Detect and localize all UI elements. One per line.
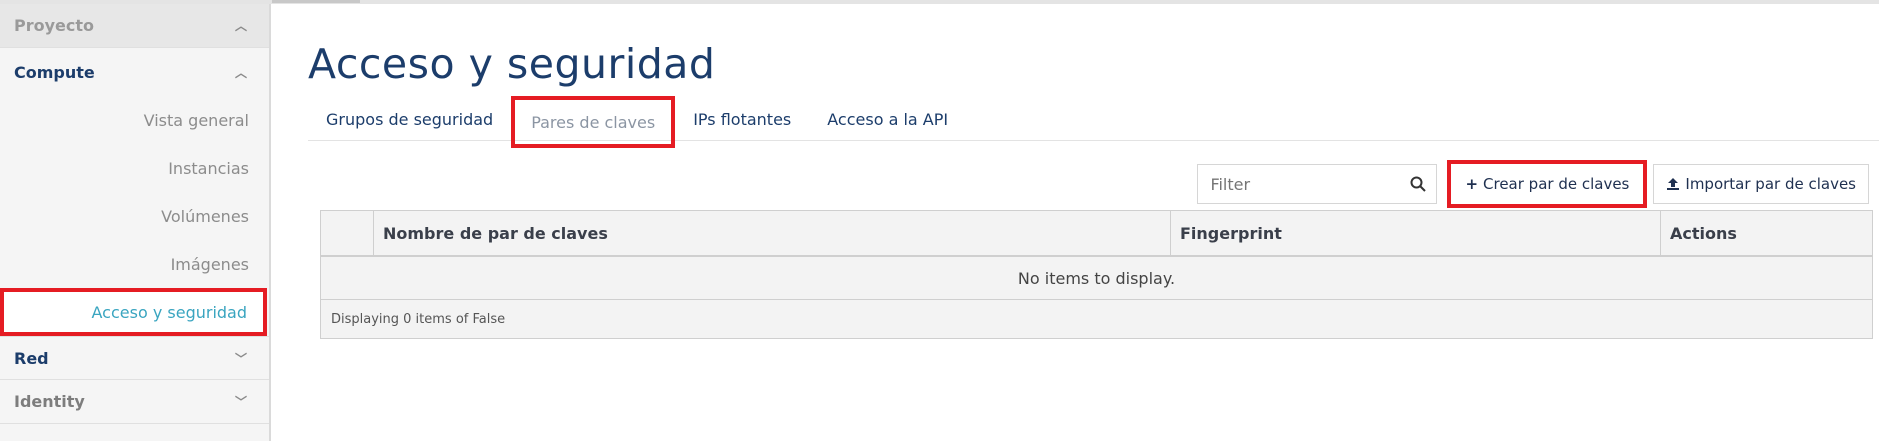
- sidebar-section-red[interactable]: Red ﹀: [0, 336, 269, 380]
- tab-ips-flotantes[interactable]: IPs flotantes: [675, 98, 809, 140]
- sidebar-item-vista-general[interactable]: Vista general: [0, 96, 269, 144]
- filter-field: [1197, 164, 1438, 204]
- column-header-actions: Actions: [1670, 223, 1737, 243]
- chevron-down-icon: ﹀: [234, 395, 247, 409]
- chevron-up-icon: ︿: [234, 19, 247, 33]
- keypairs-table: Nombre de par de claves Fingerprint Acti…: [320, 210, 1873, 339]
- chevron-down-icon: ﹀: [234, 351, 247, 366]
- plus-icon: +: [1465, 175, 1479, 193]
- tab-grupos-de-seguridad[interactable]: Grupos de seguridad: [308, 98, 511, 140]
- import-keypair-label: Importar par de claves: [1685, 175, 1856, 193]
- filter-input[interactable]: [1208, 173, 1403, 195]
- empty-message: No items to display.: [321, 257, 1872, 300]
- sidebar-section-identity[interactable]: Identity ﹀: [0, 380, 269, 424]
- sidebar-section-label: Proyecto: [14, 16, 95, 35]
- sidebar-item-imagenes[interactable]: Imágenes: [0, 240, 269, 288]
- sidebar-section-label: Red: [14, 348, 49, 368]
- column-header-name[interactable]: Nombre de par de claves: [374, 211, 1171, 255]
- sidebar-item-label: Instancias: [168, 158, 249, 178]
- sidebar-item-label: Imágenes: [170, 254, 249, 274]
- sidebar-section-compute[interactable]: Compute ︿: [0, 48, 269, 96]
- sidebar-section-proyecto[interactable]: Proyecto ︿: [0, 4, 269, 48]
- sidebar-item-volumenes[interactable]: Volúmenes: [0, 192, 269, 240]
- main-content: Acceso y seguridad Grupos de seguridad P…: [308, 4, 1879, 441]
- chevron-up-icon: ︿: [234, 65, 247, 80]
- top-tab-stub: [272, 0, 360, 3]
- column-header-fingerprint[interactable]: Fingerprint: [1171, 211, 1661, 255]
- upload-icon: [1667, 178, 1680, 190]
- create-keypair-button[interactable]: + Crear par de claves: [1447, 160, 1648, 208]
- sidebar-item-acceso-y-seguridad[interactable]: Acceso y seguridad: [0, 288, 267, 336]
- table-toolbar: + Crear par de claves Importar par de cl…: [1197, 160, 1869, 208]
- table-header: Nombre de par de claves Fingerprint Acti…: [321, 211, 1872, 257]
- sidebar-item-label: Vista general: [143, 110, 249, 130]
- table-footer: Displaying 0 items of False: [331, 311, 506, 327]
- tab-pares-de-claves[interactable]: Pares de claves: [511, 96, 676, 148]
- tab-bar: Grupos de seguridad Pares de claves IPs …: [308, 96, 1879, 148]
- create-keypair-label: Crear par de claves: [1483, 175, 1630, 193]
- sidebar-section-label: Compute: [14, 62, 95, 82]
- tab-acceso-a-la-api[interactable]: Acceso a la API: [809, 98, 966, 140]
- page-title: Acceso y seguridad: [308, 40, 716, 88]
- search-icon[interactable]: [1410, 176, 1427, 192]
- import-keypair-button[interactable]: Importar par de claves: [1653, 164, 1869, 204]
- sidebar: Proyecto ︿ Compute ︿ Vista general Insta…: [0, 4, 271, 441]
- sidebar-section-label: Identity: [14, 392, 85, 411]
- sidebar-item-label: Acceso y seguridad: [91, 302, 247, 322]
- sidebar-item-label: Volúmenes: [161, 206, 249, 226]
- sidebar-item-instancias[interactable]: Instancias: [0, 144, 269, 192]
- select-all-column[interactable]: [321, 211, 374, 255]
